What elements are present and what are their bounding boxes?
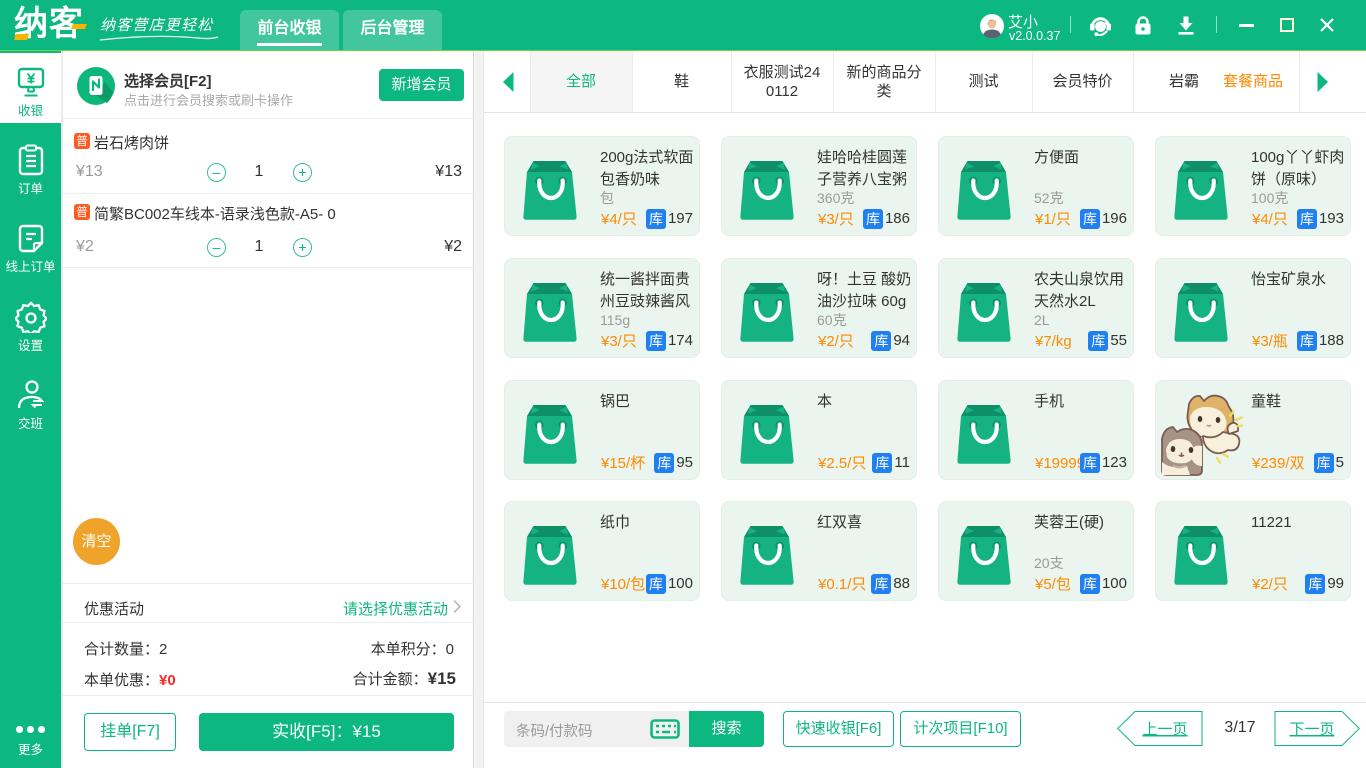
svg-text:下一页: 下一页 xyxy=(1289,721,1334,738)
svg-text:上一页: 上一页 xyxy=(1142,721,1187,738)
